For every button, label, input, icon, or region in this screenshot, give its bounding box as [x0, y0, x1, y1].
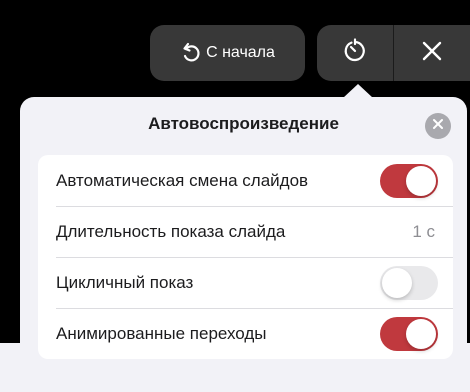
row-label: Цикличный показ — [56, 272, 194, 292]
restart-arrow-icon — [180, 42, 202, 64]
autoplay-popover: Автовоспроизведение Автоматическая смена… — [20, 97, 467, 392]
close-icon — [421, 40, 443, 67]
timer-icon — [342, 37, 368, 69]
timer-button[interactable] — [317, 25, 393, 81]
toggle-knob — [382, 267, 412, 298]
popover-title: Автовоспроизведение — [148, 114, 339, 133]
popover-close-button[interactable] — [425, 113, 451, 139]
restart-button[interactable]: С начала — [150, 25, 305, 81]
screen: С начала Автовоспроизведение Автоматичес… — [0, 0, 470, 392]
animated-transitions-toggle[interactable] — [380, 316, 438, 351]
row-auto-advance: Автоматическая смена слайдов — [38, 155, 453, 206]
close-circle-icon — [432, 117, 444, 135]
settings-list: Автоматическая смена слайдов Длительност… — [38, 155, 453, 359]
toggle-knob — [406, 318, 436, 349]
toolbar-group — [317, 25, 470, 81]
row-label: Длительность показа слайда — [56, 221, 286, 241]
row-loop: Цикличный показ — [38, 257, 453, 308]
close-button[interactable] — [394, 25, 470, 81]
row-animated-transitions: Анимированные переходы — [38, 308, 453, 359]
toggle-knob — [406, 165, 436, 196]
popover-arrow — [343, 84, 373, 98]
row-label: Анимированные переходы — [56, 323, 267, 343]
row-slide-duration[interactable]: Длительность показа слайда 1 с — [38, 206, 453, 257]
slide-duration-value: 1 с — [412, 221, 435, 241]
restart-label: С начала — [206, 44, 275, 61]
loop-toggle[interactable] — [380, 265, 438, 300]
auto-advance-toggle[interactable] — [380, 163, 438, 198]
row-label: Автоматическая смена слайдов — [56, 170, 309, 190]
